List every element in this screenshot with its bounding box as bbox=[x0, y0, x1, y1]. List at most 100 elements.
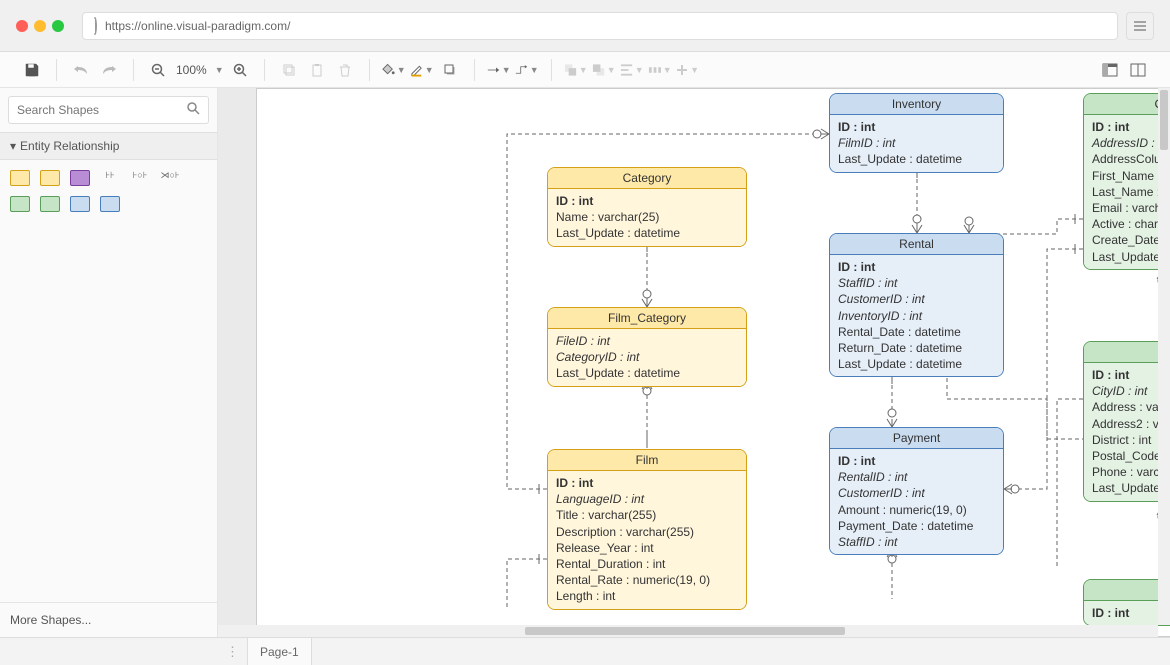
entity-title: Film_Category bbox=[548, 308, 746, 329]
distribute-button[interactable]: ▼ bbox=[648, 58, 672, 82]
shape-relation-3[interactable]: ⋊○⊦ bbox=[160, 170, 180, 186]
entity-attribute: ID : int bbox=[838, 259, 995, 275]
url-bar[interactable]: https://online.visual-paradigm.com/ bbox=[82, 12, 1118, 40]
entity-payment[interactable]: PaymentID : intRentalID : intCustomerID … bbox=[829, 427, 1004, 555]
page-drag-handle[interactable]: ⋮ bbox=[218, 638, 248, 665]
entity-film[interactable]: FilmID : intLanguageID : intTitle : varc… bbox=[547, 449, 747, 610]
entity-attribute: Payment_Date : datetime bbox=[838, 518, 995, 534]
shadow-button[interactable] bbox=[438, 58, 462, 82]
entity-attribute: Last_Update : datetime bbox=[556, 225, 738, 241]
entity-attribute: FileID : int bbox=[556, 333, 738, 349]
shape-entity-1[interactable] bbox=[10, 170, 30, 186]
add-button[interactable]: ▼ bbox=[676, 58, 700, 82]
shape-relation-2[interactable]: ⊦○⊦ bbox=[130, 170, 150, 186]
entity-attribute: RentalID : int bbox=[838, 469, 995, 485]
window-controls bbox=[16, 20, 64, 32]
line-color-button[interactable]: ▼ bbox=[410, 58, 434, 82]
zoom-out-button[interactable] bbox=[146, 58, 170, 82]
entity-attribute: ID : int bbox=[556, 193, 738, 209]
shape-entity-5[interactable] bbox=[40, 196, 60, 212]
entity-attribute: CategoryID : int bbox=[556, 349, 738, 365]
entity-attribute: Rental_Rate : numeric(19, 0) bbox=[556, 572, 738, 588]
save-button[interactable] bbox=[20, 58, 44, 82]
entity-body: ID : intRentalID : intCustomerID : intAm… bbox=[830, 449, 1003, 554]
entity-address[interactable]: AddressID : intCityID : intAddress : var… bbox=[1083, 341, 1170, 502]
paste-button[interactable] bbox=[305, 58, 329, 82]
minimize-window[interactable] bbox=[34, 20, 46, 32]
entity-body: ID : intName : varchar(25)Last_Update : … bbox=[548, 189, 746, 246]
editor-toolbar: 100%▼ ▼ ▼ ▼ ▼ ▼ ▼ ▼ ▼ ▼ bbox=[0, 52, 1170, 88]
entity-attribute: Last_Update : datetime bbox=[838, 151, 995, 167]
entity-attribute: Last_Update : datetime bbox=[838, 356, 995, 372]
entity-attribute: Return_Date : datetime bbox=[838, 340, 995, 356]
entity-title: Rental bbox=[830, 234, 1003, 255]
to-back-button[interactable]: ▼ bbox=[592, 58, 616, 82]
entity-attribute: StaffID : int bbox=[838, 534, 995, 550]
connection-style-button[interactable]: ▼ bbox=[487, 58, 511, 82]
search-shapes[interactable] bbox=[8, 96, 209, 124]
zoom-in-button[interactable] bbox=[228, 58, 252, 82]
undo-button[interactable] bbox=[69, 58, 93, 82]
zoom-level[interactable]: 100% bbox=[174, 63, 209, 77]
shape-entity-2[interactable] bbox=[40, 170, 60, 186]
palette-header[interactable]: ▾ Entity Relationship bbox=[0, 132, 217, 160]
url-text: https://online.visual-paradigm.com/ bbox=[105, 19, 290, 33]
horizontal-scrollbar[interactable] bbox=[218, 625, 1158, 637]
entity-title: Film bbox=[548, 450, 746, 471]
close-window[interactable] bbox=[16, 20, 28, 32]
entity-attribute: Rental_Date : datetime bbox=[838, 324, 995, 340]
palette-title: Entity Relationship bbox=[20, 139, 119, 153]
search-input[interactable] bbox=[17, 103, 187, 117]
entity-rental[interactable]: RentalID : intStaffID : intCustomerID : … bbox=[829, 233, 1004, 377]
shape-relation-1[interactable]: ⊦⊦ bbox=[100, 170, 120, 186]
more-shapes-button[interactable]: More Shapes... bbox=[0, 602, 217, 637]
entity-inventory[interactable]: InventoryID : intFilmID : intLast_Update… bbox=[829, 93, 1004, 173]
to-front-button[interactable]: ▼ bbox=[564, 58, 588, 82]
fill-color-button[interactable]: ▼ bbox=[382, 58, 406, 82]
entity-attribute: ID : int bbox=[838, 119, 995, 135]
shapes-sidebar: ▾ Entity Relationship ⊦⊦ ⊦○⊦ ⋊○⊦ More Sh… bbox=[0, 88, 218, 637]
canvas[interactable]: CategoryID : intName : varchar(25)Last_U… bbox=[218, 88, 1170, 637]
entity-customer[interactable]: CustomerID : intAddressID : intAddressCo… bbox=[1083, 93, 1170, 270]
diagram-document[interactable]: CategoryID : intName : varchar(25)Last_U… bbox=[256, 88, 1170, 637]
entity-body: FileID : intCategoryID : intLast_Update … bbox=[548, 329, 746, 386]
browser-menu-button[interactable] bbox=[1126, 12, 1154, 40]
shape-entity-4[interactable] bbox=[10, 196, 30, 212]
reload-icon[interactable] bbox=[93, 19, 97, 33]
align-button[interactable]: ▼ bbox=[620, 58, 644, 82]
entity-attribute: InventoryID : int bbox=[838, 308, 995, 324]
shape-relation-4[interactable] bbox=[130, 196, 150, 212]
search-icon[interactable] bbox=[187, 102, 200, 118]
entity-attribute: ID : int bbox=[838, 453, 995, 469]
entity-attribute: Name : varchar(25) bbox=[556, 209, 738, 225]
entity-title: Payment bbox=[830, 428, 1003, 449]
entity-body: ID : intStaffID : intCustomerID : intInv… bbox=[830, 255, 1003, 376]
copy-button[interactable] bbox=[277, 58, 301, 82]
outline-panel-button[interactable] bbox=[1126, 58, 1150, 82]
entity-category[interactable]: CategoryID : intName : varchar(25)Last_U… bbox=[547, 167, 747, 247]
shape-entity-6[interactable] bbox=[70, 196, 90, 212]
entity-attribute: CustomerID : int bbox=[838, 485, 995, 501]
shape-entity-7[interactable] bbox=[100, 196, 120, 212]
palette-shapes: ⊦⊦ ⊦○⊦ ⋊○⊦ bbox=[0, 160, 217, 222]
shape-entity-3[interactable] bbox=[70, 170, 90, 186]
entity-attribute: Description : varchar(255) bbox=[556, 524, 738, 540]
format-panel-button[interactable] bbox=[1098, 58, 1122, 82]
entity-film_category[interactable]: Film_CategoryFileID : intCategoryID : in… bbox=[547, 307, 747, 387]
entity-attribute: LanguageID : int bbox=[556, 491, 738, 507]
entity-attribute: FilmID : int bbox=[838, 135, 995, 151]
redo-button[interactable] bbox=[97, 58, 121, 82]
page-tab-1[interactable]: Page-1 bbox=[248, 638, 312, 665]
entity-attribute: StaffID : int bbox=[838, 275, 995, 291]
entity-attribute: Amount : numeric(19, 0) bbox=[838, 502, 995, 518]
waypoint-button[interactable]: ▼ bbox=[515, 58, 539, 82]
collapse-icon: ▾ bbox=[10, 139, 16, 153]
vertical-scrollbar[interactable] bbox=[1158, 88, 1170, 625]
entity-city[interactable]: CityID : int bbox=[1083, 579, 1170, 626]
entity-title: Category bbox=[548, 168, 746, 189]
entity-attribute: Length : int bbox=[556, 588, 738, 604]
delete-button[interactable] bbox=[333, 58, 357, 82]
entity-body: ID : intLanguageID : intTitle : varchar(… bbox=[548, 471, 746, 609]
entity-attribute: Title : varchar(255) bbox=[556, 507, 738, 523]
maximize-window[interactable] bbox=[52, 20, 64, 32]
